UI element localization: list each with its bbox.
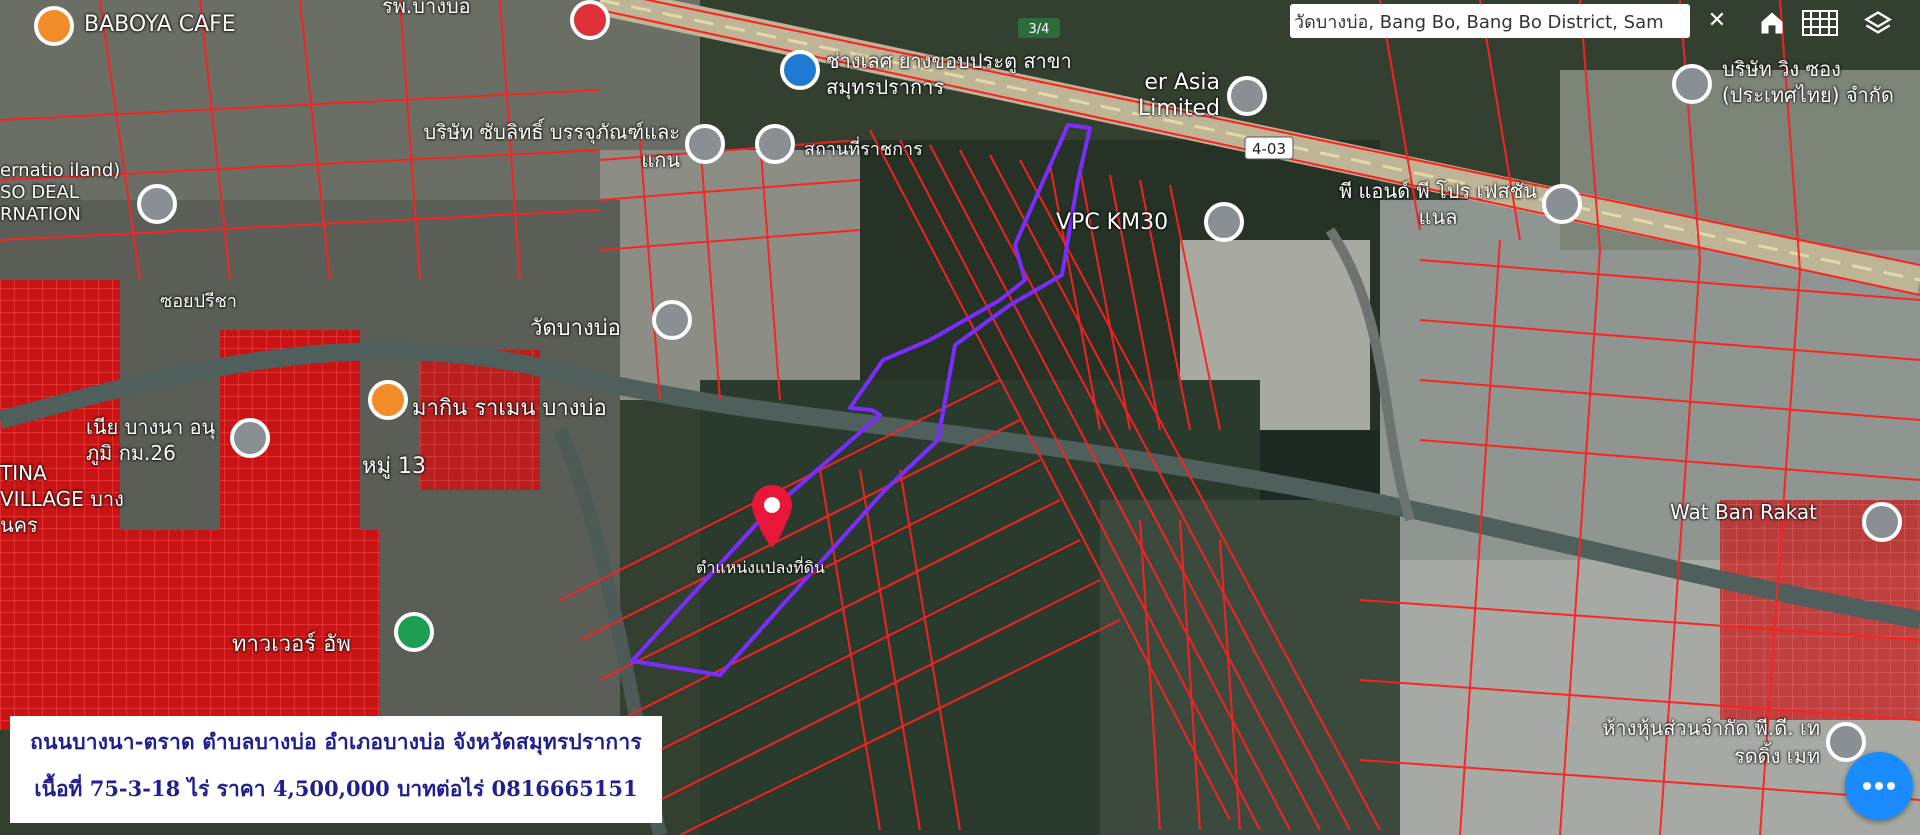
grid-icon bbox=[1802, 10, 1838, 36]
poi-label[interactable]: รพ.บางบ่อ bbox=[382, 0, 471, 22]
layers-button[interactable] bbox=[1858, 4, 1898, 42]
place-pin-icon[interactable] bbox=[1204, 202, 1244, 242]
poi-label[interactable]: VPC KM30 bbox=[1056, 210, 1168, 235]
place-pin-icon[interactable] bbox=[1227, 76, 1267, 116]
hospital-pin-icon[interactable] bbox=[570, 0, 610, 40]
poi-label[interactable]: Wat Ban Rakat bbox=[1670, 500, 1817, 524]
home-button[interactable] bbox=[1752, 4, 1792, 42]
price-text: เนื้อที่ 75-3-18 ไร่ ราคา 4,500,000 บาทต… bbox=[34, 776, 638, 801]
place-pin-icon[interactable] bbox=[755, 124, 795, 164]
poi-label[interactable]: BABOYA CAFE bbox=[84, 12, 236, 37]
road-shield: 4-03 bbox=[1244, 136, 1294, 160]
poi-label[interactable]: สถานที่ราชการ bbox=[804, 134, 923, 163]
poi-label[interactable]: พี แอนด์ พี โปร เฟสชันแนล bbox=[1338, 178, 1538, 230]
restaurant-pin-icon[interactable] bbox=[368, 380, 408, 420]
poi-label[interactable]: มากิน ราเมน บางบ่อ bbox=[412, 390, 607, 425]
temple-pin-icon[interactable] bbox=[1862, 502, 1902, 542]
poi-label[interactable]: ช่างเลศ ยางขอบประตู สาขาสมุทรปราการ bbox=[826, 48, 1106, 100]
poi-label[interactable]: ernatio iland) SO DEAL RNATION bbox=[0, 160, 130, 226]
place-pin-icon[interactable] bbox=[685, 124, 725, 164]
svg-text:4-03: 4-03 bbox=[1252, 140, 1286, 158]
poi-label[interactable]: ทาวเวอร์ อัพ bbox=[232, 626, 351, 661]
place-pin-icon[interactable] bbox=[1672, 64, 1712, 104]
poi-label[interactable]: วัดบางบ่อ bbox=[530, 310, 621, 345]
satellite-map[interactable]: 4-03 3/4 bbox=[0, 0, 1920, 835]
close-icon[interactable]: ✕ bbox=[1700, 4, 1734, 38]
poi-label[interactable]: er Asia Limited bbox=[1100, 70, 1220, 122]
place-pin-icon[interactable] bbox=[1826, 722, 1866, 762]
chat-button[interactable] bbox=[1845, 752, 1913, 820]
listing-info-box: ถนนบางนา-ตราด ตำบลบางบ่อ อำเภอบางบ่อ จัง… bbox=[10, 716, 662, 823]
search-box[interactable] bbox=[1290, 4, 1690, 38]
road-shield-top: 3/4 bbox=[1018, 18, 1060, 38]
address-text: ถนนบางนา-ตราด ตำบลบางบ่อ อำเภอบางบ่อ จัง… bbox=[30, 729, 642, 754]
store-pin-icon[interactable] bbox=[394, 612, 434, 652]
place-pin-icon[interactable] bbox=[230, 418, 270, 458]
place-pin-icon[interactable] bbox=[1542, 184, 1582, 224]
poi-label[interactable]: บริษัท วิง ซอง (ประเทศไทย) จำกัด bbox=[1722, 56, 1920, 108]
poi-label[interactable]: ซอยปรีชา bbox=[160, 286, 237, 315]
poi-label[interactable]: ห้างหุ้นส่วนจำกัด พี.ดี. เทรดดิ้ง เมท bbox=[1600, 714, 1820, 770]
temple-pin-icon[interactable] bbox=[652, 300, 692, 340]
poi-label[interactable]: เนีย บางนา อนุภูมิ กม.26 bbox=[86, 414, 226, 466]
marker-label: ตำแหน่งแปลงที่ดิน bbox=[696, 558, 825, 577]
poi-label[interactable]: บริษัท ซับลิทธิ์ บรรจุภัณฑ์และแกน bbox=[420, 118, 680, 174]
cafe-pin-icon[interactable] bbox=[34, 6, 74, 46]
place-pin-icon[interactable] bbox=[137, 184, 177, 224]
poi-label[interactable]: หมู่ 13 bbox=[362, 448, 426, 483]
chat-bubble-icon bbox=[1863, 782, 1895, 790]
shop-pin-icon[interactable] bbox=[780, 50, 820, 90]
search-input[interactable] bbox=[1290, 4, 1690, 38]
poi-label[interactable]: TINA VILLAGE บางนคร bbox=[0, 460, 130, 538]
grid-button[interactable] bbox=[1800, 4, 1840, 42]
svg-text:3/4: 3/4 bbox=[1029, 22, 1050, 37]
layers-icon bbox=[1864, 11, 1892, 34]
home-icon bbox=[1761, 12, 1783, 34]
